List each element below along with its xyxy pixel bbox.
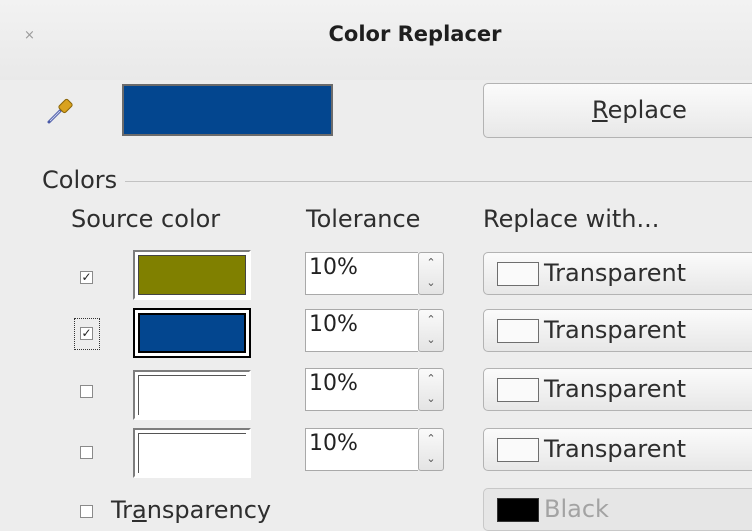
- replace-with-header: Replace with...: [483, 205, 660, 233]
- spin-up-icon[interactable]: ⌃: [419, 253, 443, 273]
- spin-up-icon[interactable]: ⌃: [419, 429, 443, 449]
- swatch-fill-1: [138, 255, 246, 295]
- replace-with-value-3: Transparent: [544, 375, 687, 403]
- tolerance-value-1[interactable]: 10%: [305, 252, 418, 295]
- tolerance-value-2[interactable]: 10%: [305, 309, 418, 352]
- source-color-checkbox-3[interactable]: [80, 385, 93, 398]
- window-title: Color Replacer: [328, 22, 502, 46]
- tolerance-spin-arrows-2[interactable]: ⌃ ⌄: [418, 309, 444, 352]
- replace-color-chip-1: [497, 262, 539, 286]
- replace-color-chip-2: [497, 319, 539, 343]
- tolerance-value-4[interactable]: 10%: [305, 428, 418, 471]
- transparency-label: Transparency: [111, 496, 272, 524]
- tolerance-spin-arrows-4[interactable]: ⌃ ⌄: [418, 428, 444, 471]
- spin-down-icon[interactable]: ⌄: [419, 449, 443, 469]
- source-color-checkbox-2[interactable]: ✓: [80, 327, 93, 340]
- spin-down-icon[interactable]: ⌄: [419, 330, 443, 350]
- source-color-header: Source color: [71, 205, 221, 233]
- replace-with-value-2: Transparent: [544, 316, 687, 344]
- spin-down-icon[interactable]: ⌄: [419, 273, 443, 293]
- tolerance-spinbox-1[interactable]: 10% ⌃ ⌄: [305, 252, 445, 295]
- tolerance-header: Tolerance: [306, 205, 421, 233]
- tolerance-spin-arrows-1[interactable]: ⌃ ⌄: [418, 252, 444, 295]
- transparency-color-chip: [497, 498, 539, 522]
- swatch-fill-3: [138, 375, 246, 415]
- spin-down-icon[interactable]: ⌄: [419, 389, 443, 409]
- replace-color-chip-3: [497, 378, 539, 402]
- source-color-swatch-2[interactable]: [133, 308, 251, 358]
- source-color-swatch-1[interactable]: [133, 250, 251, 300]
- replace-with-dropdown-4[interactable]: Transparent: [483, 428, 752, 471]
- replace-with-dropdown-1[interactable]: Transparent: [483, 252, 752, 295]
- pipette-color-preview: [122, 84, 333, 136]
- replace-mnemonic: R: [592, 96, 608, 124]
- section-divider: [42, 181, 752, 182]
- spin-up-icon[interactable]: ⌃: [419, 310, 443, 330]
- replace-with-value-1: Transparent: [544, 259, 687, 287]
- transparency-replace-dropdown[interactable]: Black: [483, 488, 752, 531]
- colors-section-label: Colors: [42, 166, 126, 194]
- source-color-swatch-3[interactable]: [133, 370, 251, 420]
- tolerance-value-3[interactable]: 10%: [305, 368, 418, 411]
- replace-with-value-4: Transparent: [544, 435, 687, 463]
- swatch-fill-4: [138, 433, 246, 473]
- tolerance-spinbox-2[interactable]: 10% ⌃ ⌄: [305, 309, 445, 352]
- replace-button[interactable]: Replace: [483, 83, 752, 138]
- swatch-fill-2: [138, 313, 246, 353]
- pipette-icon[interactable]: [44, 95, 76, 127]
- tolerance-spin-arrows-3[interactable]: ⌃ ⌄: [418, 368, 444, 411]
- replace-label: eplace: [607, 96, 687, 124]
- replace-with-dropdown-3[interactable]: Transparent: [483, 368, 752, 411]
- source-color-checkbox-1[interactable]: ✓: [80, 271, 93, 284]
- source-color-swatch-4[interactable]: [133, 428, 251, 478]
- tolerance-spinbox-3[interactable]: 10% ⌃ ⌄: [305, 368, 445, 411]
- transparency-checkbox[interactable]: [80, 505, 93, 518]
- tolerance-spinbox-4[interactable]: 10% ⌃ ⌄: [305, 428, 445, 471]
- transparency-replace-value: Black: [544, 495, 609, 523]
- replace-with-dropdown-2[interactable]: Transparent: [483, 309, 752, 352]
- source-color-checkbox-4[interactable]: [80, 446, 93, 459]
- replace-color-chip-4: [497, 438, 539, 462]
- title-bar: × Color Replacer: [0, 0, 752, 80]
- spin-up-icon[interactable]: ⌃: [419, 369, 443, 389]
